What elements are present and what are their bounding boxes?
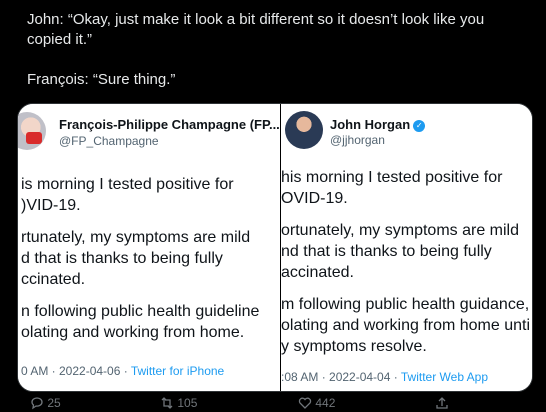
tweet-meta: 0 AM · 2022-04-06 · Twitter for iPhone [21,364,225,378]
left-tweet-screenshot: François-Philippe Champagne (FP...✓ @FP_… [18,104,280,391]
avatar [18,112,46,150]
retweet-button[interactable]: 105 [160,396,197,410]
avatar [285,111,323,149]
verified-badge-icon: ✓ [413,119,426,132]
reply-count: 25 [47,396,61,410]
tweet-line-3: François: “Sure thing.” [27,71,176,88]
tweet-actions: 25 105 442 [0,396,546,412]
retweet-count: 105 [177,396,198,410]
reply-icon [31,397,43,410]
tweet-meta: :08 AM · 2022-04-04 · Twitter Web App [281,370,489,384]
right-tweet-screenshot: John Horgan ✓ @jjhorgan his morning I tes… [281,104,532,391]
share-button[interactable] [435,396,449,410]
share-icon [436,397,448,409]
author-name: John Horgan ✓ [330,117,426,132]
source-app: Twitter Web App [400,370,489,384]
author-handle: @jjhorgan [330,133,385,147]
tweet-body: is morning I tested positive for )VID-19… [21,176,260,341]
tweet-line-2: copied it.” [27,31,93,48]
reply-button[interactable]: 25 [30,396,61,410]
attached-image[interactable]: François-Philippe Champagne (FP...✓ @FP_… [17,103,533,392]
tweet-line-1: John: “Okay, just make it look a bit dif… [27,11,485,28]
like-button[interactable]: 442 [298,396,335,410]
like-count: 442 [315,396,336,410]
tweet-text: John: “Okay, just make it look a bit dif… [27,10,527,90]
tweet-body: his morning I tested positive for OVID-1… [281,169,531,355]
like-icon [298,397,312,409]
author-handle: @FP_Champagne [59,134,159,148]
retweet-icon [161,397,173,409]
author-name: François-Philippe Champagne (FP...✓ [59,117,280,132]
source-app: Twitter for iPhone [130,364,225,378]
